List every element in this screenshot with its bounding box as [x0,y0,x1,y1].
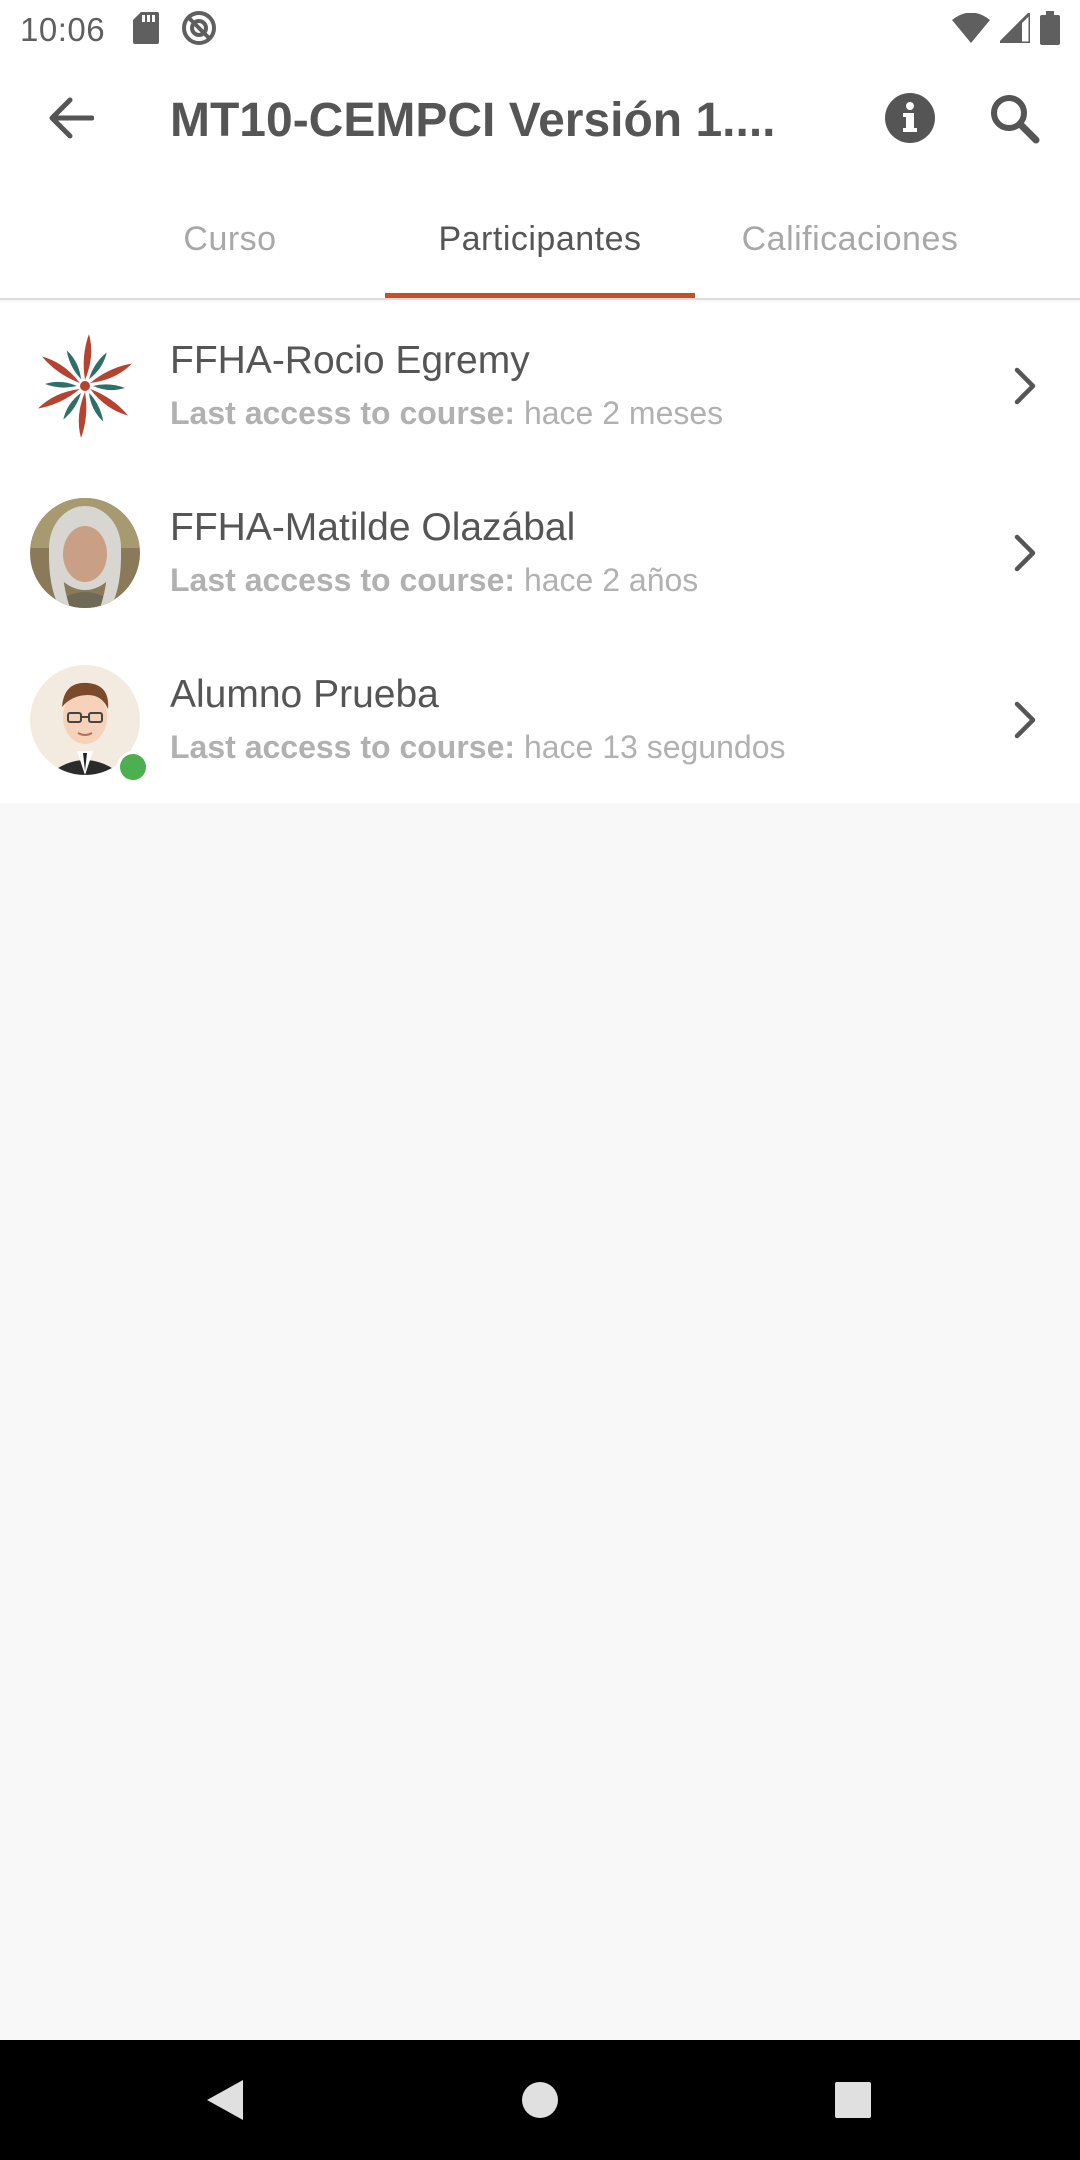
info-button[interactable] [884,92,936,149]
nav-back-button[interactable] [180,2040,270,2160]
participant-row[interactable]: Alumno Prueba Last access to course: hac… [0,636,1080,803]
wifi-icon [952,12,990,48]
last-access: Last access to course: hace 2 meses [170,395,970,432]
photo-avatar [30,497,140,608]
tab-label: Calificaciones [741,219,959,258]
recents-square-icon [835,2082,871,2118]
page-title: MT10-CEMPCI Versión 1.... [170,93,776,147]
tab-participantes[interactable]: Participantes [385,180,695,298]
no-sync-icon [181,10,217,51]
last-access-value: hace 13 segundos [523,729,786,765]
last-access: Last access to course: hace 13 segundos [170,729,970,766]
last-access-label: Last access to course: [170,395,516,431]
tab-curso[interactable]: Curso [70,180,390,298]
online-status-dot [117,751,149,783]
nav-recents-button[interactable] [808,2040,898,2160]
participant-name: Alumno Prueba [170,673,439,716]
back-arrow-icon [46,96,95,145]
chevron-right-icon [970,302,1080,469]
home-circle-icon [522,2082,558,2118]
sd-card-icon [133,11,160,49]
search-icon [991,94,1040,143]
participant-list: FFHA-Rocio Egremy Last access to course:… [0,302,1080,803]
participant-row[interactable]: FFHA-Matilde Olazábal Last access to cou… [0,469,1080,636]
avatar [30,497,140,608]
last-access-label: Last access to course: [170,562,516,598]
chevron-right-icon [970,469,1080,636]
app-bar: MT10-CEMPCI Versión 1.... [0,60,1080,180]
participant-name: FFHA-Matilde Olazábal [170,506,576,549]
last-access: Last access to course: hace 2 años [170,562,970,599]
system-nav-bar [0,2040,1080,2160]
search-button[interactable] [988,92,1040,149]
info-icon [885,92,935,143]
last-access-label: Last access to course: [170,729,516,765]
active-tab-indicator [385,293,695,298]
last-access-value: hace 2 años [523,562,699,598]
signal-icon [996,8,1032,48]
nav-home-button[interactable] [495,2040,585,2160]
flower-logo-avatar [37,333,133,438]
participant-name: FFHA-Rocio Egremy [170,339,530,382]
battery-icon [1040,10,1060,50]
last-access-value: hace 2 meses [523,395,724,431]
tab-calificaciones[interactable]: Calificaciones [700,180,1000,298]
status-bar: 10:06 [0,0,1080,60]
back-triangle-icon [207,2080,243,2120]
participant-row[interactable]: FFHA-Rocio Egremy Last access to course:… [0,302,1080,469]
chevron-right-icon [970,636,1080,803]
avatar [30,330,140,441]
tab-bar: Curso Participantes Calificaciones [0,180,1080,300]
back-button[interactable] [0,60,140,180]
tab-label: Curso [183,219,277,258]
tab-label: Participantes [438,219,642,258]
status-time: 10:06 [20,11,106,48]
